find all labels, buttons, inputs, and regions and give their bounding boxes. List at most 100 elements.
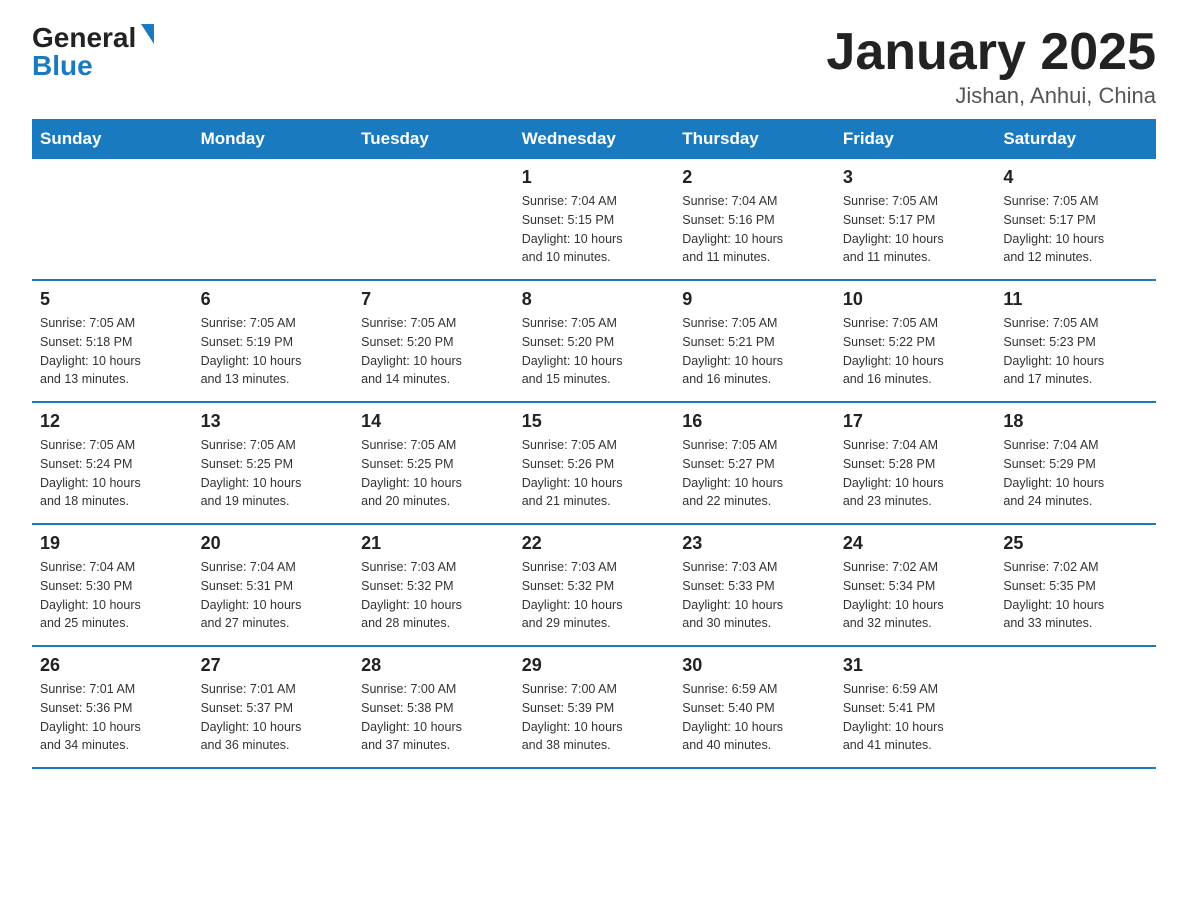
day-number: 26 [40,655,185,676]
day-number: 10 [843,289,988,310]
day-number: 11 [1003,289,1148,310]
day-number: 1 [522,167,667,188]
calendar-cell: 22Sunrise: 7:03 AM Sunset: 5:32 PM Dayli… [514,524,675,646]
day-number: 7 [361,289,506,310]
day-info: Sunrise: 7:04 AM Sunset: 5:15 PM Dayligh… [522,192,667,267]
day-number: 31 [843,655,988,676]
week-row-4: 26 Sunrise: 7:01 AM Sunset: 5:36 PM Dayli… [32,646,1156,768]
calendar-cell [193,159,354,280]
calendar-cell: 17Sunrise: 7:04 AM Sunset: 5:28 PM Dayli… [835,402,996,524]
page: General Blue January 2025 Jishan, Anhui,… [0,0,1188,793]
logo-triangle-icon [141,24,154,44]
day-number: 12 [40,411,185,432]
logo-blue-text: Blue [32,52,93,80]
calendar-cell: 8 Sunrise: 7:05 AM Sunset: 5:20 PM Daylig… [514,280,675,402]
day-info: Sunrise: 7:05 AM Sunset: 5:17 PM Dayligh… [843,192,988,267]
day-info: Sunrise: 7:01 AM Sunset: 5:37 PM Dayligh… [201,680,346,755]
day-number: 24 [843,533,988,554]
day-info: Sunrise: 7:05 AM Sunset: 5:26 PM Dayligh… [522,436,667,511]
day-number: 15 [522,411,667,432]
day-number: 30 [682,655,827,676]
day-info: Sunrise: 7:04 AM Sunset: 5:31 PM Dayligh… [201,558,346,633]
day-number: 3 [843,167,988,188]
calendar-cell: 28Sunrise: 7:00 AM Sunset: 5:38 PM Dayli… [353,646,514,768]
header-row: General Blue January 2025 Jishan, Anhui,… [32,24,1156,109]
day-number: 6 [201,289,346,310]
calendar-cell: 20 Sunrise: 7:04 AM Sunset: 5:31 PM Dayli… [193,524,354,646]
calendar-cell: 10 Sunrise: 7:05 AM Sunset: 5:22 PM Dayli… [835,280,996,402]
day-number: 19 [40,533,185,554]
day-number: 18 [1003,411,1148,432]
day-number: 22 [522,533,667,554]
calendar-cell [32,159,193,280]
calendar-cell: 19Sunrise: 7:04 AM Sunset: 5:30 PM Dayli… [32,524,193,646]
calendar-cell: 23Sunrise: 7:03 AM Sunset: 5:33 PM Dayli… [674,524,835,646]
header-monday: Monday [193,119,354,159]
day-info: Sunrise: 7:05 AM Sunset: 5:23 PM Dayligh… [1003,314,1148,389]
logo-general-text: General [32,24,136,52]
day-info: Sunrise: 7:05 AM Sunset: 5:19 PM Dayligh… [201,314,346,389]
calendar-cell: 5 Sunrise: 7:05 AM Sunset: 5:18 PM Daylig… [32,280,193,402]
day-info: Sunrise: 7:05 AM Sunset: 5:17 PM Dayligh… [1003,192,1148,267]
calendar-cell: 3 Sunrise: 7:05 AM Sunset: 5:17 PM Daylig… [835,159,996,280]
day-info: Sunrise: 6:59 AM Sunset: 5:40 PM Dayligh… [682,680,827,755]
day-info: Sunrise: 7:05 AM Sunset: 5:18 PM Dayligh… [40,314,185,389]
day-info: Sunrise: 7:05 AM Sunset: 5:22 PM Dayligh… [843,314,988,389]
day-number: 5 [40,289,185,310]
day-number: 25 [1003,533,1148,554]
calendar-cell: 24 Sunrise: 7:02 AM Sunset: 5:34 PM Dayli… [835,524,996,646]
day-number: 29 [522,655,667,676]
day-info: Sunrise: 6:59 AM Sunset: 5:41 PM Dayligh… [843,680,988,755]
day-info: Sunrise: 7:05 AM Sunset: 5:25 PM Dayligh… [361,436,506,511]
calendar-cell: 7 Sunrise: 7:05 AM Sunset: 5:20 PM Daylig… [353,280,514,402]
calendar-cell: 26 Sunrise: 7:01 AM Sunset: 5:36 PM Dayli… [32,646,193,768]
calendar-cell: 31 Sunrise: 6:59 AM Sunset: 5:41 PM Dayli… [835,646,996,768]
header-saturday: Saturday [995,119,1156,159]
calendar-thead: SundayMondayTuesdayWednesdayThursdayFrid… [32,119,1156,159]
header-tuesday: Tuesday [353,119,514,159]
calendar-table: SundayMondayTuesdayWednesdayThursdayFrid… [32,119,1156,769]
day-number: 17 [843,411,988,432]
calendar-cell: 15 Sunrise: 7:05 AM Sunset: 5:26 PM Dayli… [514,402,675,524]
calendar-cell: 2 Sunrise: 7:04 AM Sunset: 5:16 PM Daylig… [674,159,835,280]
calendar-cell: 14Sunrise: 7:05 AM Sunset: 5:25 PM Dayli… [353,402,514,524]
calendar-cell: 18 Sunrise: 7:04 AM Sunset: 5:29 PM Dayli… [995,402,1156,524]
header-thursday: Thursday [674,119,835,159]
calendar-cell: 6 Sunrise: 7:05 AM Sunset: 5:19 PM Daylig… [193,280,354,402]
day-number: 20 [201,533,346,554]
day-info: Sunrise: 7:03 AM Sunset: 5:33 PM Dayligh… [682,558,827,633]
day-info: Sunrise: 7:05 AM Sunset: 5:20 PM Dayligh… [522,314,667,389]
day-number: 16 [682,411,827,432]
week-row-3: 19Sunrise: 7:04 AM Sunset: 5:30 PM Dayli… [32,524,1156,646]
day-number: 21 [361,533,506,554]
day-info: Sunrise: 7:02 AM Sunset: 5:34 PM Dayligh… [843,558,988,633]
title-block: January 2025 Jishan, Anhui, China [826,24,1156,109]
header-row-days: SundayMondayTuesdayWednesdayThursdayFrid… [32,119,1156,159]
day-info: Sunrise: 7:05 AM Sunset: 5:20 PM Dayligh… [361,314,506,389]
week-row-1: 5 Sunrise: 7:05 AM Sunset: 5:18 PM Daylig… [32,280,1156,402]
day-number: 27 [201,655,346,676]
calendar-cell: 1 Sunrise: 7:04 AM Sunset: 5:15 PM Daylig… [514,159,675,280]
day-number: 4 [1003,167,1148,188]
day-number: 8 [522,289,667,310]
day-info: Sunrise: 7:05 AM Sunset: 5:27 PM Dayligh… [682,436,827,511]
day-info: Sunrise: 7:05 AM Sunset: 5:21 PM Dayligh… [682,314,827,389]
calendar-cell: 16 Sunrise: 7:05 AM Sunset: 5:27 PM Dayli… [674,402,835,524]
calendar-tbody: 1 Sunrise: 7:04 AM Sunset: 5:15 PM Daylig… [32,159,1156,768]
calendar-cell: 11 Sunrise: 7:05 AM Sunset: 5:23 PM Dayli… [995,280,1156,402]
calendar-cell: 30 Sunrise: 6:59 AM Sunset: 5:40 PM Dayli… [674,646,835,768]
header-sunday: Sunday [32,119,193,159]
day-info: Sunrise: 7:05 AM Sunset: 5:24 PM Dayligh… [40,436,185,511]
day-info: Sunrise: 7:01 AM Sunset: 5:36 PM Dayligh… [40,680,185,755]
calendar-cell: 12 Sunrise: 7:05 AM Sunset: 5:24 PM Dayli… [32,402,193,524]
day-info: Sunrise: 7:04 AM Sunset: 5:16 PM Dayligh… [682,192,827,267]
header-wednesday: Wednesday [514,119,675,159]
header-friday: Friday [835,119,996,159]
day-info: Sunrise: 7:04 AM Sunset: 5:29 PM Dayligh… [1003,436,1148,511]
calendar-cell: 13Sunrise: 7:05 AM Sunset: 5:25 PM Dayli… [193,402,354,524]
calendar-cell: 29Sunrise: 7:00 AM Sunset: 5:39 PM Dayli… [514,646,675,768]
logo: General Blue [32,24,154,80]
day-info: Sunrise: 7:05 AM Sunset: 5:25 PM Dayligh… [201,436,346,511]
calendar-subtitle: Jishan, Anhui, China [826,83,1156,109]
day-number: 2 [682,167,827,188]
